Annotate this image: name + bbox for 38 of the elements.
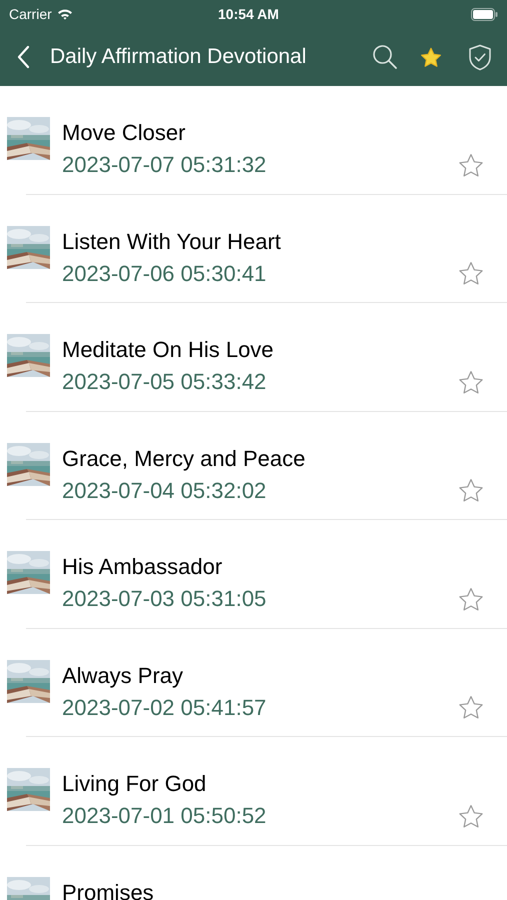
search-button[interactable] (371, 43, 399, 71)
list-row[interactable]: Meditate On His Love 2023-07-05 05:33:42 (0, 303, 507, 412)
star-button[interactable] (458, 478, 484, 504)
entry-title: His Ambassador (62, 553, 224, 581)
list-row[interactable]: Always Pray 2023-07-02 05:41:57 (0, 628, 507, 737)
entry-date: 2023-07-04 05:32:02 (62, 476, 268, 504)
star-button[interactable] (458, 586, 484, 612)
entry-date: 2023-07-03 05:31:05 (62, 585, 266, 613)
entry-title: Listen With Your Heart (62, 228, 281, 256)
nav-title: Daily Affirmation Devotional (50, 44, 306, 70)
list-row[interactable]: Listen With Your Heart 2023-07-06 05:30:41 (0, 194, 507, 303)
list-row[interactable]: Grace, Mercy and Peace 2023-07-04 05:32:02 (0, 412, 507, 520)
status-time: 10:54 AM (218, 4, 279, 24)
favorites-button[interactable] (419, 45, 443, 69)
entry-date: 2023-07-01 05:50:52 (62, 802, 266, 830)
entry-title: Living For God (62, 770, 208, 798)
list-row[interactable]: Promises (0, 846, 507, 900)
list-row[interactable]: Living For God 2023-07-01 05:50:52 (0, 737, 507, 846)
star-button[interactable] (458, 260, 484, 286)
entry-date: 2023-07-06 05:30:41 (62, 260, 268, 288)
star-button[interactable] (458, 694, 484, 720)
entry-title: Always Pray (62, 662, 184, 690)
wifi-icon (56, 8, 73, 20)
shield-button[interactable] (467, 43, 493, 71)
star-button[interactable] (458, 803, 484, 829)
list-row[interactable]: Move Closer 2023-07-07 05:31:32 (0, 86, 507, 194)
list-row[interactable]: His Ambassador 2023-07-03 05:31:05 (0, 520, 507, 628)
entry-title: Meditate On His Love (62, 336, 274, 364)
entry-date: 2023-07-07 05:31:32 (62, 151, 266, 179)
star-button[interactable] (458, 152, 484, 178)
carrier-label: Carrier (9, 4, 52, 24)
entry-date: 2023-07-05 05:33:42 (62, 368, 268, 396)
entry-title: Grace, Mercy and Peace (62, 444, 306, 472)
battery-icon (471, 8, 498, 20)
entry-title: Move Closer (62, 119, 186, 147)
star-button[interactable] (458, 369, 484, 395)
entry-date: 2023-07-02 05:41:57 (62, 694, 266, 722)
entry-title: Promises (62, 878, 154, 900)
